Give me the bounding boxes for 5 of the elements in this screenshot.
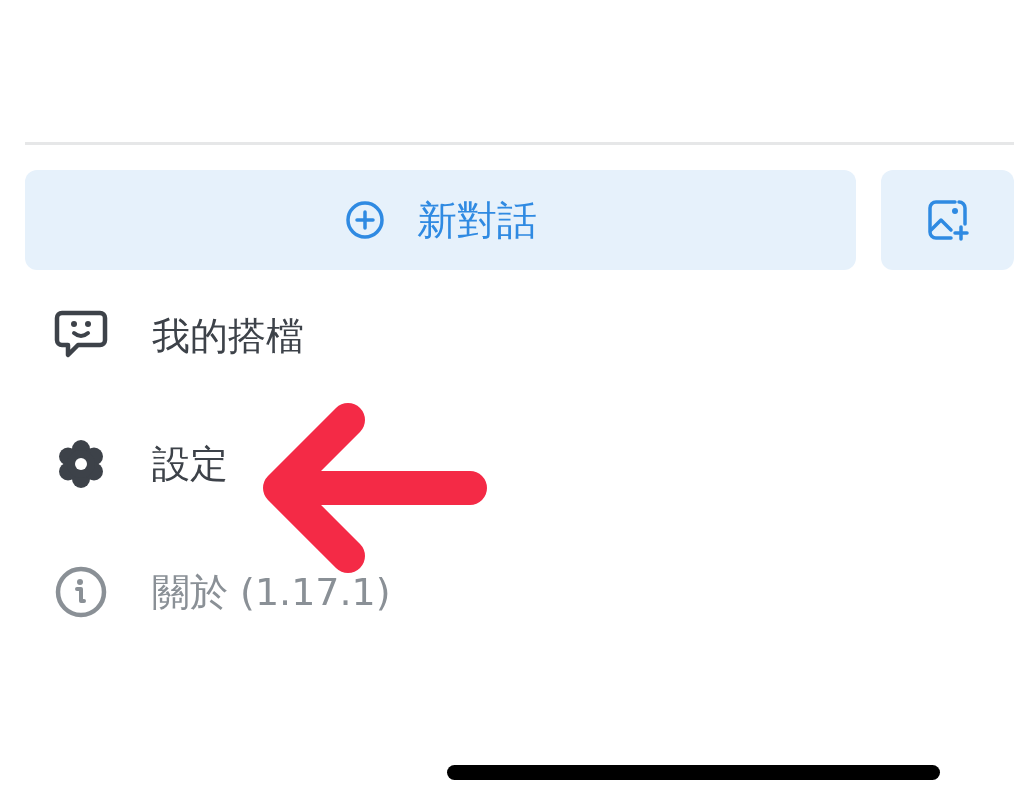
add-image-button[interactable] xyxy=(881,170,1014,270)
menu-item[interactable]: 我的搭檔 xyxy=(152,310,304,362)
plus-circle-icon xyxy=(344,200,385,240)
info-icon xyxy=(54,565,108,619)
menu-item[interactable]: 設定 xyxy=(152,438,228,490)
